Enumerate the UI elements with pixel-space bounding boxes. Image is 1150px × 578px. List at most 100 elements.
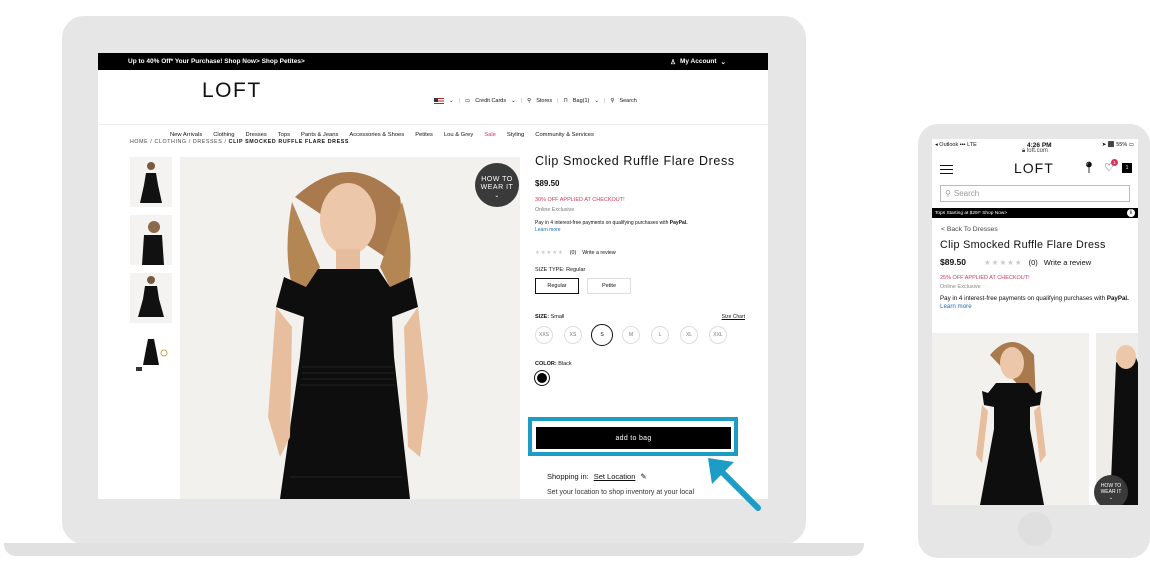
size-option-xxl[interactable]: XXL <box>709 326 727 344</box>
size-options: XXS XS S M L XL XXL <box>535 324 745 346</box>
breadcrumb-home[interactable]: HOME <box>130 139 148 145</box>
breadcrumb: HOME / CLOTHING / DRESSES / CLIP SMOCKED… <box>130 139 349 145</box>
paypal-text: Pay in 4 interest-free payments on quali… <box>535 220 669 226</box>
checkout-promo: 30% OFF APPLIED AT CHECKOUT! <box>535 197 625 203</box>
credit-card-icon: ▭ <box>465 98 471 104</box>
review-count: (0) <box>569 250 577 256</box>
nav-item-styling[interactable]: Styling <box>507 132 524 138</box>
size-option-m[interactable]: M <box>622 326 640 344</box>
header-utilities: ⌄ | ▭ Credit Cards ⌄ | ⚲ Stores | ⊓ Bag(… <box>434 98 637 104</box>
lock-icon: 🔒︎ <box>1022 148 1026 154</box>
my-account-menu[interactable]: ♙ My Account ⌄ <box>670 58 726 66</box>
home-button <box>1018 512 1052 546</box>
thumbnail-list <box>130 157 172 389</box>
notification-badge: 1 <box>1111 159 1118 166</box>
product-price: $89.50 <box>940 257 966 267</box>
product-image[interactable] <box>932 333 1089 505</box>
product-hero-image[interactable] <box>180 157 520 499</box>
divider: | <box>520 98 523 104</box>
color-swatch-black[interactable] <box>534 370 550 386</box>
divider: | <box>603 98 606 104</box>
breadcrumb-current: CLIP SMOCKED RUFFLE FLARE DRESS <box>228 139 349 145</box>
nav-item-new-arrivals[interactable]: New Arrivals <box>170 132 202 138</box>
thumbnail-image[interactable] <box>130 215 172 265</box>
chevron-down-icon: ⌄ <box>494 193 500 199</box>
search-link[interactable]: Search <box>619 98 636 104</box>
thumbnail-image[interactable] <box>130 157 172 207</box>
promo-banner[interactable]: Tops Starting at $29!* Shop Now> i <box>932 208 1138 218</box>
paypal-brand: PayPal. <box>669 220 688 226</box>
loft-logo[interactable]: LOFT <box>1014 160 1054 176</box>
bag-icon[interactable]: 1 <box>1122 162 1132 173</box>
nav-item-dresses[interactable]: Dresses <box>246 132 267 138</box>
nav-item-pants-jeans[interactable]: Pants & Jeans <box>301 132 338 138</box>
credit-cards-link[interactable]: Credit Cards <box>475 98 506 104</box>
size-label: SIZE: Small <box>535 314 565 320</box>
size-type-regular[interactable]: Regular <box>535 278 579 294</box>
write-review-link[interactable]: Write a review <box>582 250 615 256</box>
loft-logo[interactable]: LOFT <box>202 79 262 103</box>
url-bar[interactable]: 🔒︎ loft.com <box>932 148 1138 155</box>
price-review-row: $89.50 ★★★★★ (0) Write a review <box>940 257 1138 267</box>
paypal-learn-more-link[interactable]: Learn more <box>535 227 561 233</box>
pointer-arrow-icon <box>708 458 761 511</box>
search-input[interactable]: ⚲ Search <box>940 185 1130 202</box>
set-location-text: Set your location to shop inventory at y… <box>547 489 695 496</box>
hamburger-menu-icon[interactable] <box>940 165 953 174</box>
size-type-petite[interactable]: Petite <box>587 278 631 294</box>
how-to-wear-it-button[interactable]: HOW TO WEAR IT ⌄ <box>1094 475 1128 505</box>
nav-item-sale[interactable]: Sale <box>484 132 496 138</box>
how-to-wear-line2: WEAR IT <box>480 184 514 191</box>
promo-banner-text: Tops Starting at $29!* Shop Now> <box>935 210 1008 216</box>
chevron-down-icon: ⌄ <box>1108 495 1114 501</box>
nav-item-petites[interactable]: Petites <box>415 132 433 138</box>
user-icon: ♙ <box>670 58 676 66</box>
nav-item-clothing[interactable]: Clothing <box>213 132 234 138</box>
site-header: LOFT ⌄ | ▭ Credit Cards ⌄ | ⚲ Stores | ⊓… <box>98 70 768 138</box>
nav-item-tops[interactable]: Tops <box>278 132 290 138</box>
size-header: SIZE: Small Size Chart <box>535 314 745 320</box>
online-exclusive-label: Online Exclusive <box>940 284 981 290</box>
set-location-link[interactable]: Set Location <box>594 472 636 481</box>
edit-icon[interactable]: ✎ <box>640 472 646 481</box>
size-option-xl[interactable]: XL <box>680 326 698 344</box>
paypal-message: Pay in 4 interest-free payments on quali… <box>940 295 1130 311</box>
thumbnail-image[interactable] <box>130 331 172 381</box>
us-flag-icon[interactable] <box>434 98 444 104</box>
heart-icon[interactable]: ♡ 1 <box>1104 159 1118 174</box>
size-chart-link[interactable]: Size Chart <box>722 314 745 320</box>
promo-text[interactable]: Up to 40% Off* Your Purchase! Shop Now> … <box>128 58 305 65</box>
mobile-screen: ◂ Outlook ▪▪▪ LTE 4:26 PM ➤ ⬛ 55% ▭ 🔒︎ l… <box>932 139 1138 505</box>
size-option-l[interactable]: L <box>651 326 669 344</box>
paypal-brand: PayPal. <box>1106 295 1129 302</box>
paypal-learn-more-link[interactable]: Learn more <box>940 303 972 310</box>
breadcrumb-dresses[interactable]: DRESSES <box>193 139 223 145</box>
rating-stars-icon[interactable]: ★★★★★ <box>535 250 564 256</box>
nav-item-accessories-shoes[interactable]: Accessories & Shoes <box>349 132 404 138</box>
divider: | <box>458 98 461 104</box>
rating-stars-icon[interactable]: ★★★★★ <box>984 258 1023 267</box>
write-review-link[interactable]: Write a review <box>1044 258 1091 267</box>
stores-link[interactable]: Stores <box>536 98 552 104</box>
location-pin-icon[interactable]: 📍︎ <box>1082 161 1096 174</box>
size-type-label: SIZE TYPE: Regular <box>535 267 586 273</box>
carrier-status: ◂ Outlook ▪▪▪ LTE <box>935 142 977 148</box>
chevron-down-icon: ⌄ <box>594 98 599 104</box>
how-to-wear-it-button[interactable]: HOW TO WEAR IT ⌄ <box>475 163 519 207</box>
bag-link[interactable]: Bag(1) <box>573 98 590 104</box>
info-icon[interactable]: i <box>1127 209 1135 217</box>
size-option-s[interactable]: S <box>591 324 613 346</box>
add-to-bag-button[interactable]: add to bag <box>536 427 731 449</box>
how-to-wear-line1: HOW TO <box>481 176 513 183</box>
paypal-message: Pay in 4 interest-free payments on quali… <box>535 220 745 234</box>
thumbnail-image[interactable] <box>130 273 172 323</box>
back-to-dresses-link[interactable]: < Back To Dresses <box>941 226 1138 233</box>
size-option-xs[interactable]: XS <box>564 326 582 344</box>
online-exclusive-label: Online Exclusive <box>535 207 575 213</box>
search-placeholder: Search <box>953 189 980 198</box>
size-option-xxs[interactable]: XXS <box>535 326 553 344</box>
nav-item-lou-grey[interactable]: Lou & Grey <box>444 132 473 138</box>
nav-item-community-services[interactable]: Community & Services <box>535 132 594 138</box>
mobile-header: LOFT 📍︎ ♡ 1 1 <box>932 158 1138 183</box>
breadcrumb-clothing[interactable]: CLOTHING <box>155 139 187 145</box>
